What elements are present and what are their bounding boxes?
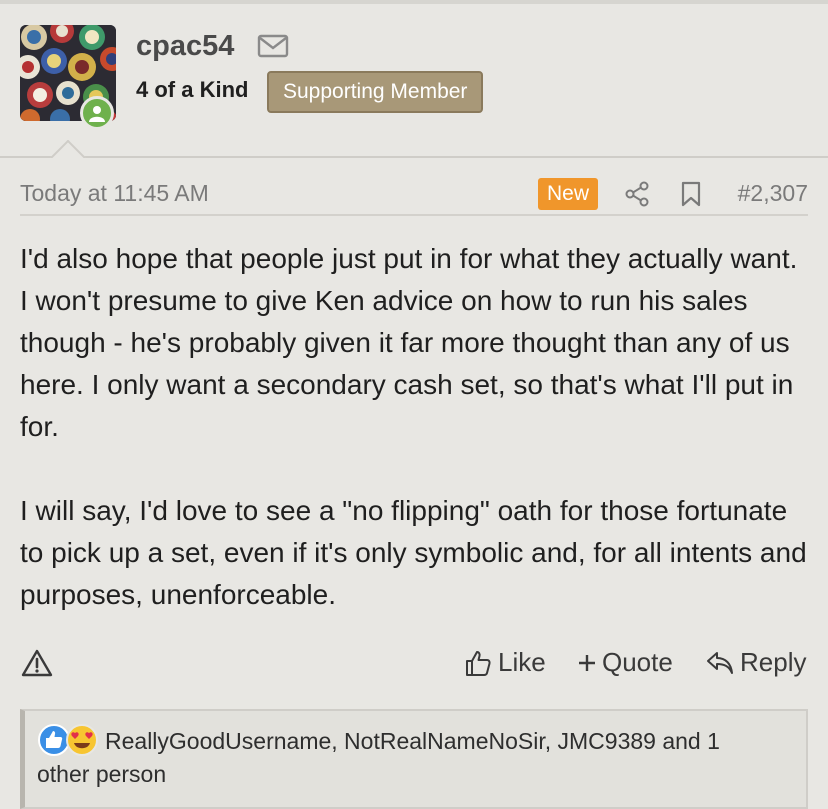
- post-paragraph: I'd also hope that people just put in fo…: [20, 243, 798, 442]
- mail-icon[interactable]: [257, 34, 289, 58]
- user-badge: Supporting Member: [267, 71, 484, 113]
- header-pointer: [50, 140, 86, 158]
- plus-icon: [579, 654, 595, 671]
- bookmark-icon[interactable]: [680, 181, 702, 207]
- like-button[interactable]: Like: [464, 647, 546, 678]
- like-label: Like: [498, 647, 546, 677]
- reply-label: Reply: [740, 647, 807, 677]
- post-body: I'd also hope that people just put in fo…: [20, 238, 810, 616]
- reply-button[interactable]: Reply: [706, 647, 806, 678]
- thumbs-up-icon: [466, 650, 491, 676]
- reactions-bar[interactable]: ReallyGoodUsername, NotRealNameNoSir, JM…: [20, 709, 808, 809]
- share-icon[interactable]: [624, 181, 650, 207]
- quote-button[interactable]: Quote: [578, 647, 673, 678]
- quote-label: Quote: [602, 647, 673, 677]
- post-number[interactable]: #2,307: [738, 180, 808, 207]
- user-rank: 4 of a Kind: [136, 77, 249, 102]
- reactions-text[interactable]: ReallyGoodUsername, NotRealNameNoSir, JM…: [37, 725, 777, 791]
- header-divider: [0, 156, 828, 158]
- online-status-icon: [80, 96, 114, 130]
- post-timestamp[interactable]: Today at 11:45 AM: [20, 180, 209, 207]
- post-paragraph: I will say, I'd love to see a "no flippi…: [20, 495, 807, 610]
- post-meta-bar: Today at 11:45 AM New #2,307: [20, 176, 808, 216]
- reply-icon: [707, 651, 733, 674]
- report-icon[interactable]: [21, 648, 53, 678]
- new-badge: New: [538, 178, 599, 210]
- username[interactable]: cpac54: [136, 30, 234, 63]
